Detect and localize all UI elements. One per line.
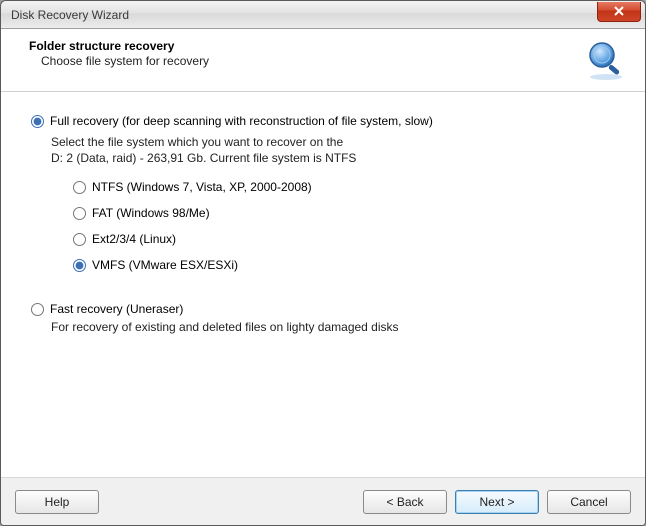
content-area: Full recovery (for deep scanning with re… xyxy=(1,92,645,477)
fast-recovery-radio[interactable] xyxy=(31,303,44,316)
fast-recovery-block: Fast recovery (Uneraser) For recovery of… xyxy=(31,302,615,334)
fs-label-ext: Ext2/3/4 (Linux) xyxy=(92,232,176,246)
close-icon xyxy=(614,6,624,16)
wizard-window: Disk Recovery Wizard Folder structure re… xyxy=(0,0,646,526)
header-pane: Folder structure recovery Choose file sy… xyxy=(1,29,645,92)
fs-option-fat[interactable]: FAT (Windows 98/Me) xyxy=(73,206,615,220)
cancel-button[interactable]: Cancel xyxy=(547,490,631,514)
full-recovery-option[interactable]: Full recovery (for deep scanning with re… xyxy=(31,114,615,128)
back-button[interactable]: < Back xyxy=(363,490,447,514)
fs-label-fat: FAT (Windows 98/Me) xyxy=(92,206,210,220)
fs-radio-ntfs[interactable] xyxy=(73,181,86,194)
filesystem-options: NTFS (Windows 7, Vista, XP, 2000-2008) F… xyxy=(73,180,615,272)
full-recovery-radio[interactable] xyxy=(31,115,44,128)
fast-recovery-option[interactable]: Fast recovery (Uneraser) xyxy=(31,302,615,316)
magnifier-icon xyxy=(585,39,627,81)
fs-radio-vmfs[interactable] xyxy=(73,259,86,272)
help-button[interactable]: Help xyxy=(15,490,99,514)
fs-radio-fat[interactable] xyxy=(73,207,86,220)
fs-option-vmfs[interactable]: VMFS (VMware ESX/ESXi) xyxy=(73,258,615,272)
header-text: Folder structure recovery Choose file sy… xyxy=(29,39,577,68)
footer: Help < Back Next > Cancel xyxy=(1,477,645,525)
window-title: Disk Recovery Wizard xyxy=(11,8,597,22)
fs-label-ntfs: NTFS (Windows 7, Vista, XP, 2000-2008) xyxy=(92,180,312,194)
page-subtitle: Choose file system for recovery xyxy=(29,54,577,68)
full-recovery-desc: Select the file system which you want to… xyxy=(51,134,615,166)
full-recovery-label: Full recovery (for deep scanning with re… xyxy=(50,114,433,128)
titlebar: Disk Recovery Wizard xyxy=(1,1,645,29)
desc-line1: Select the file system which you want to… xyxy=(51,134,615,150)
fs-radio-ext[interactable] xyxy=(73,233,86,246)
close-button[interactable] xyxy=(597,2,641,22)
next-button[interactable]: Next > xyxy=(455,490,539,514)
fast-recovery-desc: For recovery of existing and deleted fil… xyxy=(51,320,615,334)
fs-option-ext[interactable]: Ext2/3/4 (Linux) xyxy=(73,232,615,246)
fs-option-ntfs[interactable]: NTFS (Windows 7, Vista, XP, 2000-2008) xyxy=(73,180,615,194)
fast-recovery-label: Fast recovery (Uneraser) xyxy=(50,302,183,316)
desc-line2: D: 2 (Data, raid) - 263,91 Gb. Current f… xyxy=(51,150,615,166)
page-title: Folder structure recovery xyxy=(29,39,577,53)
fs-label-vmfs: VMFS (VMware ESX/ESXi) xyxy=(92,258,238,272)
